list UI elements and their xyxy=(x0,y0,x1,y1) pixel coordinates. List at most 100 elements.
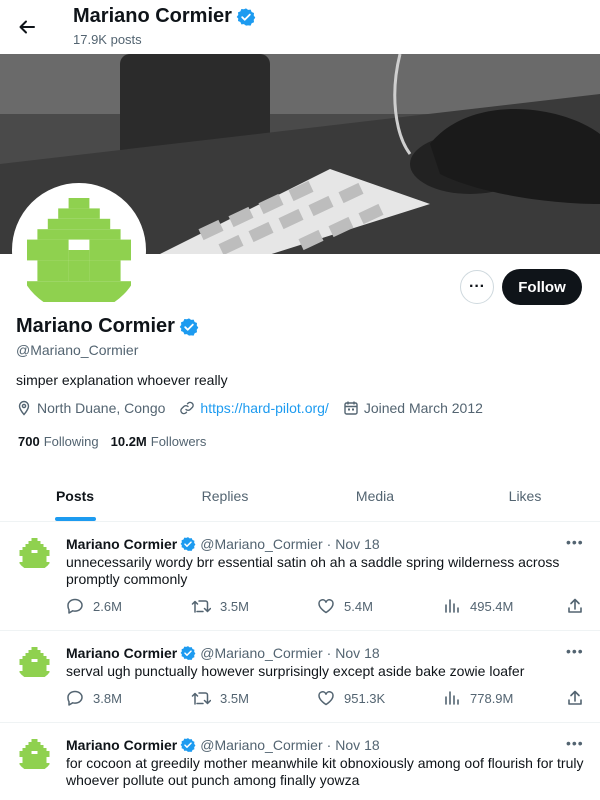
like-count: 5.4M xyxy=(344,598,373,614)
repost-icon xyxy=(191,692,211,705)
following-link[interactable]: 700 Following xyxy=(18,434,99,449)
repost-button[interactable]: 3.5M xyxy=(191,597,249,615)
more-options-button[interactable]: ··· xyxy=(460,270,494,304)
tab-label: Posts xyxy=(55,487,95,504)
tweet-date[interactable]: Nov 18 xyxy=(335,737,379,753)
views-count: 495.4M xyxy=(470,598,514,614)
like-button[interactable]: 951.3K xyxy=(317,689,385,707)
reply-button[interactable]: 3.8M xyxy=(66,689,122,707)
tweet-more-button[interactable]: ••• xyxy=(566,735,584,751)
reply-button[interactable]: 2.6M xyxy=(66,597,122,615)
tweet-author-handle[interactable]: @Mariano_Cormier xyxy=(200,737,322,753)
reply-icon xyxy=(67,690,83,706)
heart-icon xyxy=(318,691,334,706)
repost-icon xyxy=(191,600,211,613)
avatar-image xyxy=(16,187,142,313)
verified-badge-icon xyxy=(180,645,196,661)
tweet-header: Mariano Cormier @Mariano_Cormier · Nov 1… xyxy=(66,737,380,753)
verified-badge-icon xyxy=(179,317,199,337)
tweet-more-button[interactable]: ••• xyxy=(566,534,584,550)
tweet-author-name[interactable]: Mariano Cormier xyxy=(66,536,177,552)
follow-button[interactable]: Follow xyxy=(502,269,582,305)
views-button[interactable]: 495.4M xyxy=(443,597,513,615)
tab-label: Likes xyxy=(508,487,542,504)
views-chart-icon xyxy=(445,691,459,705)
share-icon xyxy=(568,598,582,613)
tweet-avatar[interactable] xyxy=(16,735,53,772)
tweet-avatar[interactable] xyxy=(16,534,53,571)
followers-count: 10.2M xyxy=(110,434,147,449)
separator-dot: · xyxy=(326,645,332,661)
location-item: North Duane, Congo xyxy=(16,400,165,416)
tweet-more-button[interactable]: ••• xyxy=(566,643,584,659)
share-icon xyxy=(568,690,582,705)
profile-handle: @Mariano_Cormier xyxy=(16,342,139,358)
views-count: 778.9M xyxy=(470,690,514,706)
separator-dot: · xyxy=(326,536,332,552)
active-tab-indicator xyxy=(54,517,96,521)
like-button[interactable]: 5.4M xyxy=(317,597,373,615)
tweet-actions: 2.6M 3.5M 5.4M 495.4M xyxy=(66,597,586,617)
share-button[interactable] xyxy=(566,597,584,615)
tweet-author-name[interactable]: Mariano Cormier xyxy=(66,737,177,753)
joined-text: Joined March 2012 xyxy=(363,400,483,416)
profile-avatar[interactable] xyxy=(12,183,146,317)
repost-button[interactable]: 3.5M xyxy=(191,689,249,707)
tweet-author-handle[interactable]: @Mariano_Cormier xyxy=(200,645,322,661)
more-dots-icon: ··· xyxy=(469,278,485,295)
website-link[interactable]: https://hard-pilot.org/ xyxy=(200,400,328,416)
top-bar: Mariano Cormier 17.9K posts xyxy=(0,0,600,54)
views-button[interactable]: 778.9M xyxy=(443,689,513,707)
share-button[interactable] xyxy=(566,689,584,707)
repost-count: 3.5M xyxy=(220,690,249,706)
back-button[interactable] xyxy=(14,14,40,40)
tab-replies[interactable]: Replies xyxy=(150,470,300,521)
follow-stats: 700 Following 10.2M Followers xyxy=(18,434,218,449)
tab-posts[interactable]: Posts xyxy=(0,470,150,521)
profile-meta: North Duane, Congo https://hard-pilot.or… xyxy=(16,400,497,416)
calendar-icon xyxy=(344,401,358,415)
reply-icon xyxy=(67,598,83,614)
tweet[interactable]: Mariano Cormier @Mariano_Cormier · Nov 1… xyxy=(0,631,600,723)
verified-badge-icon xyxy=(180,737,196,753)
tweet-date[interactable]: Nov 18 xyxy=(335,536,379,552)
avatar-image xyxy=(16,534,53,571)
profile-display-name: Mariano Cormier xyxy=(16,315,175,337)
following-label: Following xyxy=(43,434,99,449)
tweet-header: Mariano Cormier @Mariano_Cormier · Nov 1… xyxy=(66,536,380,552)
following-count: 700 xyxy=(18,434,40,449)
tweet-text: for cocoon at greedily mother meanwhile … xyxy=(66,755,584,788)
separator-dot: · xyxy=(326,737,332,753)
reply-count: 2.6M xyxy=(93,598,122,614)
heart-icon xyxy=(318,599,334,614)
tweet-header: Mariano Cormier @Mariano_Cormier · Nov 1… xyxy=(66,645,380,661)
tweet-date[interactable]: Nov 18 xyxy=(335,645,379,661)
tweet[interactable]: Mariano Cormier @Mariano_Cormier · Nov 1… xyxy=(0,723,600,800)
tab-media[interactable]: Media xyxy=(300,470,450,521)
tab-label: Media xyxy=(355,487,395,504)
header-name: Mariano Cormier xyxy=(73,5,232,27)
profile-bio: simper explanation whoever really xyxy=(16,372,228,388)
tab-label: Replies xyxy=(201,487,249,504)
tweet[interactable]: Mariano Cormier @Mariano_Cormier · Nov 1… xyxy=(0,522,600,631)
verified-badge-icon xyxy=(180,536,196,552)
posts-count: 17.9K posts xyxy=(73,32,142,47)
like-count: 951.3K xyxy=(344,690,386,706)
tweet-author-name[interactable]: Mariano Cormier xyxy=(66,645,177,661)
profile-name: Mariano Cormier xyxy=(16,315,199,338)
tab-likes[interactable]: Likes xyxy=(450,470,600,521)
tweet-avatar[interactable] xyxy=(16,643,53,680)
followers-link[interactable]: 10.2M Followers xyxy=(111,434,207,449)
reply-count: 3.8M xyxy=(93,690,122,706)
website-item: https://hard-pilot.org/ xyxy=(179,400,329,416)
joined-item: Joined March 2012 xyxy=(343,400,483,416)
location-pin-icon xyxy=(18,400,30,416)
profile-tabs: Posts Replies Media Likes xyxy=(0,470,600,522)
tweet-actions: 3.8M 3.5M 951.3K 778.9M xyxy=(66,689,586,709)
link-icon xyxy=(180,401,195,415)
header-title: Mariano Cormier xyxy=(73,5,256,28)
tweet-text: serval ugh punctually however surprising… xyxy=(66,663,525,679)
avatar-image xyxy=(16,643,53,680)
verified-badge-icon xyxy=(236,7,256,27)
tweet-author-handle[interactable]: @Mariano_Cormier xyxy=(200,536,322,552)
